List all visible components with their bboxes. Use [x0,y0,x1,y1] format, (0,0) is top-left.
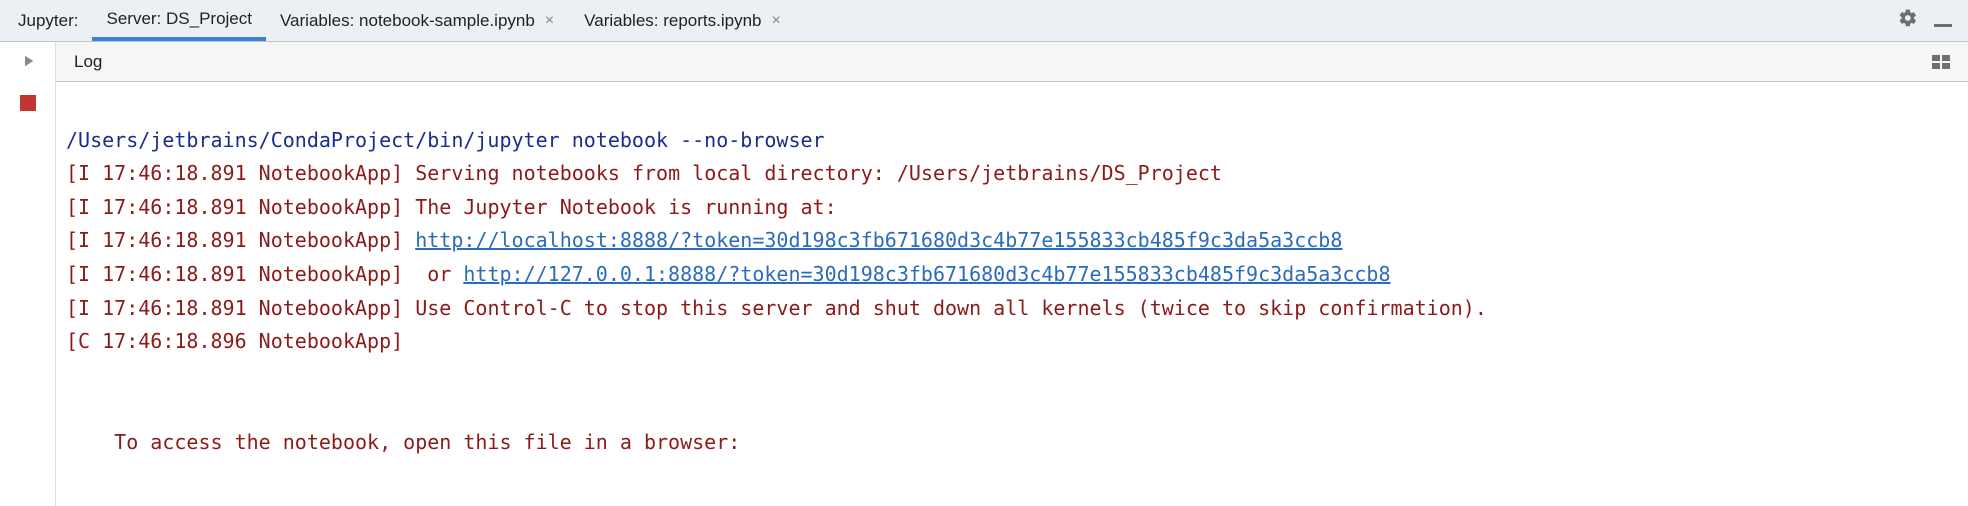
log-line: [I 17:46:18.891 NotebookApp] Use Control… [66,292,1958,326]
log-line: [C 17:46:18.896 NotebookApp] [66,325,1958,359]
log-trailer: To access the notebook, open this file i… [66,430,740,454]
log-output: /Users/jetbrains/CondaProject/bin/jupyte… [56,82,1968,506]
close-icon[interactable]: × [770,12,783,30]
log-line-pretext: or [427,262,463,286]
log-line-prefix: [I 17:46:18.891 NotebookApp] [66,296,415,320]
log-line: [I 17:46:18.891 NotebookApp] or http://1… [66,258,1958,292]
gear-icon[interactable] [1898,8,1918,33]
tab-1[interactable]: Variables: notebook-sample.ipynb × [266,0,570,41]
minimize-icon[interactable] [1934,14,1952,27]
log-line-prefix: [I 17:46:18.891 NotebookApp] [66,161,415,185]
tab-2[interactable]: Variables: reports.ipynb × [570,0,797,41]
tab-label: Server: DS_Project [106,9,252,29]
tabs-container: Server: DS_Project Variables: notebook-sa… [92,0,796,41]
tab-label: Variables: reports.ipynb [584,11,761,31]
tool-window-title: Jupyter: [18,11,92,31]
run-icon[interactable] [19,52,37,75]
log-blank-line [66,396,78,420]
log-line-prefix: [I 17:46:18.891 NotebookApp] [66,195,415,219]
log-link[interactable]: http://localhost:8888/?token=30d198c3fb6… [415,228,1342,252]
log-command: /Users/jetbrains/CondaProject/bin/jupyte… [66,128,825,152]
layout-icon[interactable] [1932,55,1950,69]
tab-log[interactable]: Log [74,52,102,72]
log-line-text: The Jupyter Notebook is running at: [415,195,836,219]
log-line-prefix: [I 17:46:18.891 NotebookApp] [66,228,415,252]
stop-icon[interactable] [20,95,36,111]
tab-label: Variables: notebook-sample.ipynb [280,11,535,31]
log-line: [I 17:46:18.891 NotebookApp] The Jupyter… [66,191,1958,225]
log-line-prefix: [C 17:46:18.896 NotebookApp] [66,329,403,353]
log-link[interactable]: http://127.0.0.1:8888/?token=30d198c3fb6… [463,262,1390,286]
console-subtabs: Log [56,42,1968,82]
close-icon[interactable]: × [543,12,556,30]
log-line: [I 17:46:18.891 NotebookApp] Serving not… [66,157,1958,191]
tool-window-tabs: Jupyter: Server: DS_Project Variables: no… [0,0,1968,42]
log-line-text: Serving notebooks from local directory: … [415,161,1222,185]
log-line: [I 17:46:18.891 NotebookApp] http://loca… [66,224,1958,258]
log-line-text: Use Control-C to stop this server and sh… [415,296,1487,320]
tab-0[interactable]: Server: DS_Project [92,0,266,41]
run-gutter [0,42,56,506]
log-line-prefix: [I 17:46:18.891 NotebookApp] [66,262,427,286]
